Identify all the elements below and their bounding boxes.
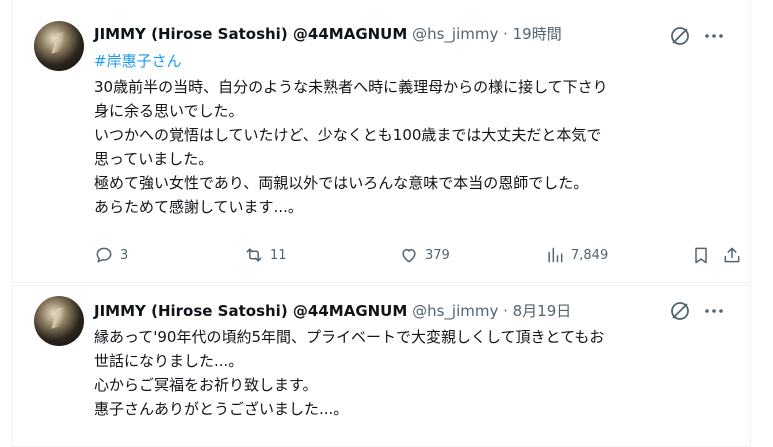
like-button[interactable]: 379: [399, 243, 450, 267]
more-icon[interactable]: [702, 299, 726, 323]
grok-icon[interactable]: [668, 299, 692, 323]
views-count: 7,849: [571, 247, 609, 263]
share-icon: [724, 247, 740, 263]
tweet-line: 思っていました。: [94, 150, 214, 168]
retweet-count: 11: [270, 247, 287, 263]
retweet-icon: [246, 248, 262, 262]
tweet-text: 縁あって'90年代の頃約5年間、プライベートで大変親しくして頂きとてもお 世話に…: [94, 325, 722, 421]
views-button[interactable]: 7,849: [545, 243, 608, 267]
action-bar: 3 11 379 7,849: [94, 243, 740, 267]
handle-time[interactable]: @hs_jimmy · 19時間: [412, 25, 562, 43]
tweet-line: あらためて感謝しています...。: [94, 198, 303, 216]
like-count: 379: [425, 247, 450, 263]
tweet-line: 身に余る思いでした。: [94, 102, 244, 120]
tweet-line: 極めて強い女性であり、両親以外ではいろんな意味で本当の恩師でした。: [94, 174, 589, 192]
bookmark-icon: [695, 247, 707, 264]
reply-button[interactable]: 3: [94, 243, 128, 267]
grok-icon[interactable]: [668, 24, 692, 48]
tweet-line: 世話になりました...。: [94, 352, 244, 370]
bookmark-button[interactable]: [691, 243, 711, 267]
retweet-button[interactable]: 11: [244, 243, 287, 267]
tweet-line: 30歳前半の当時、自分のような未熟者へ時に義理母からの様に接して下さり: [94, 78, 608, 96]
tweet-line: 心からご冥福をお祈り致します。: [94, 376, 318, 394]
more-icon[interactable]: [702, 24, 726, 48]
author-name[interactable]: JIMMY (Hirose Satoshi) @44MAGNUM: [94, 302, 407, 320]
like-icon: [402, 248, 416, 263]
tweet-line: いつかへの覚悟はしていたけど、少なくとも100歳までは大丈夫だと本気で: [94, 126, 602, 144]
tweet-line: 惠子さんありがとうございました...。: [94, 400, 349, 418]
tweet-text: 30歳前半の当時、自分のような未熟者へ時に義理母からの様に接して下さり 身に余る…: [94, 75, 722, 219]
views-icon: [548, 247, 563, 263]
tweet-line: 縁あって'90年代の頃約5年間、プライベートで大変親しくして頂きとてもお: [94, 328, 605, 346]
tweet-header: JIMMY (Hirose Satoshi) @44MAGNUM @hs_jim…: [94, 299, 571, 323]
author-name[interactable]: JIMMY (Hirose Satoshi) @44MAGNUM: [94, 25, 407, 43]
share-button[interactable]: [722, 243, 742, 267]
avatar[interactable]: [34, 296, 84, 346]
tweet-card[interactable]: JIMMY (Hirose Satoshi) @44MAGNUM @hs_jim…: [11, 285, 751, 447]
tweet-header: JIMMY (Hirose Satoshi) @44MAGNUM @hs_jim…: [94, 22, 562, 46]
hashtag-link[interactable]: #岸惠子さん: [94, 49, 182, 73]
handle-time[interactable]: @hs_jimmy · 8月19日: [412, 302, 571, 320]
reply-count: 3: [120, 247, 129, 263]
avatar[interactable]: [34, 21, 84, 71]
tweet-card[interactable]: JIMMY (Hirose Satoshi) @44MAGNUM @hs_jim…: [11, 0, 751, 283]
reply-icon: [96, 247, 112, 263]
